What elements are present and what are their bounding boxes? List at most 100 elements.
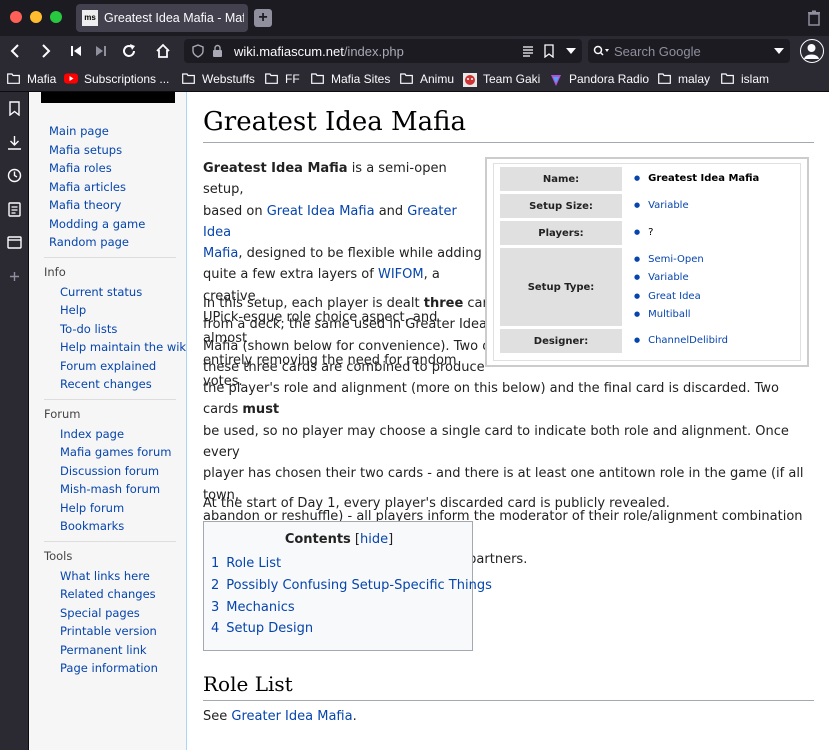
mafiascum-favicon-icon: ms bbox=[82, 10, 98, 26]
bookmark-malay[interactable]: malay bbox=[658, 71, 710, 87]
bookmark-subscriptions[interactable]: Subscriptions ... bbox=[64, 71, 169, 87]
new-tab-button[interactable]: + bbox=[254, 9, 272, 27]
add-sidebar-icon[interactable] bbox=[7, 269, 22, 284]
folder-icon bbox=[400, 73, 414, 85]
pandora-icon bbox=[549, 73, 563, 86]
minimize-window-button[interactable] bbox=[30, 11, 42, 23]
bookmark-mafia[interactable]: Mafia bbox=[7, 71, 56, 87]
reload-button[interactable] bbox=[117, 39, 141, 63]
bookmark-mafia-sites[interactable]: Mafia Sites bbox=[311, 71, 390, 87]
page-title: Greatest Idea Mafia bbox=[203, 106, 814, 143]
sidebar-toolbar bbox=[0, 92, 29, 750]
sidebar-divider bbox=[44, 540, 176, 542]
toc-item-confusing-things[interactable]: 2 Possibly Confusing Setup-Specific Thing… bbox=[211, 578, 492, 593]
infobox-name-value: Greatest Idea Mafia bbox=[634, 170, 759, 188]
nav-printable-version[interactable]: Printable version bbox=[29, 622, 186, 641]
shield-icon[interactable] bbox=[192, 44, 204, 58]
home-button[interactable] bbox=[151, 39, 175, 63]
infobox-players-value: ? bbox=[634, 224, 653, 242]
nav-permanent-link[interactable]: Permanent link bbox=[29, 641, 186, 660]
nav-what-links-here[interactable]: What links here bbox=[29, 567, 186, 586]
search-engine-dropdown-icon[interactable] bbox=[774, 48, 784, 54]
nav-mafia-setups[interactable]: Mafia setups bbox=[29, 141, 186, 160]
nav-recent-changes[interactable]: Recent changes bbox=[29, 375, 186, 394]
nav-help-forum[interactable]: Help forum bbox=[29, 499, 186, 518]
lock-icon[interactable] bbox=[212, 44, 223, 58]
info-navigation: Current status Help To-do lists Help mai… bbox=[29, 283, 189, 394]
url-bar[interactable]: wiki.mafiascum.net/index.php bbox=[184, 39, 582, 63]
nav-to-do-lists[interactable]: To-do lists bbox=[29, 320, 186, 339]
link-wifom[interactable]: WIFOM bbox=[378, 267, 424, 282]
bookmark-islam[interactable]: islam bbox=[721, 71, 769, 87]
link-great-idea-mafia[interactable]: Great Idea Mafia bbox=[267, 204, 375, 219]
nav-current-status[interactable]: Current status bbox=[29, 283, 186, 302]
infobox-size-label: Setup Size: bbox=[500, 194, 622, 218]
sidebar-heading-info: Info bbox=[44, 264, 66, 279]
nav-help-maintain-wiki[interactable]: Help maintain the wiki bbox=[29, 338, 189, 357]
nav-index-page[interactable]: Index page bbox=[29, 425, 186, 444]
bookmark-webstuffs[interactable]: Webstuffs bbox=[182, 71, 255, 87]
main-navigation: Main page Mafia setups Mafia roles Mafia… bbox=[29, 122, 186, 252]
bookmark-animu[interactable]: Animu bbox=[400, 71, 454, 87]
toc-title: Contents [hide] bbox=[284, 532, 394, 547]
bookmark-team-gaki[interactable]: Team Gaki bbox=[463, 71, 540, 87]
folder-icon bbox=[7, 73, 21, 85]
chevron-down-icon[interactable] bbox=[566, 48, 576, 54]
search-input[interactable]: Search Google bbox=[614, 44, 701, 59]
link-great-idea[interactable]: Great Idea bbox=[634, 288, 704, 306]
setup-infobox: Name: Greatest Idea Mafia Setup Size: Va… bbox=[485, 157, 809, 367]
nav-mafia-theory[interactable]: Mafia theory bbox=[29, 196, 186, 215]
reader-view-icon[interactable] bbox=[522, 45, 534, 57]
nav-discussion-forum[interactable]: Discussion forum bbox=[29, 462, 186, 481]
navigation-toolbar: wiki.mafiascum.net/index.php Search Goog… bbox=[0, 36, 829, 66]
nav-bookmarks[interactable]: Bookmarks bbox=[29, 517, 186, 536]
link-semi-open[interactable]: Semi-Open bbox=[634, 251, 704, 269]
link-variable-type[interactable]: Variable bbox=[634, 269, 704, 287]
skip-back-button[interactable] bbox=[64, 39, 88, 63]
nav-main-page[interactable]: Main page bbox=[29, 122, 186, 141]
close-window-button[interactable] bbox=[10, 11, 22, 23]
history-icon[interactable] bbox=[7, 168, 22, 183]
wiki-logo[interactable] bbox=[41, 92, 175, 103]
tools-navigation: What links here Related changes Special … bbox=[29, 567, 186, 678]
folder-icon bbox=[182, 73, 196, 85]
trash-icon[interactable] bbox=[807, 10, 821, 26]
maximize-window-button[interactable] bbox=[50, 11, 62, 23]
nav-forum-explained[interactable]: Forum explained bbox=[29, 357, 186, 376]
nav-special-pages[interactable]: Special pages bbox=[29, 604, 186, 623]
bookmark-ff[interactable]: FF bbox=[265, 71, 300, 87]
reading-list-icon[interactable] bbox=[7, 202, 22, 217]
url-path: /index.php bbox=[343, 44, 404, 59]
nav-page-information[interactable]: Page information bbox=[29, 659, 186, 678]
link-variable[interactable]: Variable bbox=[634, 197, 689, 215]
toc-item-setup-design[interactable]: 4 Setup Design bbox=[211, 621, 313, 636]
back-button[interactable] bbox=[3, 39, 27, 63]
nav-mish-mash-forum[interactable]: Mish-mash forum bbox=[29, 480, 186, 499]
downloads-icon[interactable] bbox=[7, 135, 22, 150]
account-avatar-icon[interactable] bbox=[800, 39, 824, 63]
nav-modding-a-game[interactable]: Modding a game bbox=[29, 215, 186, 234]
nav-help[interactable]: Help bbox=[29, 301, 186, 320]
bookmark-pandora-radio[interactable]: Pandora Radio bbox=[549, 71, 649, 87]
nav-random-page[interactable]: Random page bbox=[29, 233, 186, 252]
link-channeldelibird[interactable]: ChannelDelibird bbox=[634, 332, 728, 350]
bookmarks-sidebar-icon[interactable] bbox=[7, 101, 22, 116]
browser-tab[interactable]: ms Greatest Idea Mafia - Mafia bbox=[76, 4, 248, 32]
nav-mafia-games-forum[interactable]: Mafia games forum bbox=[29, 443, 186, 462]
reload-icon bbox=[123, 44, 135, 57]
toc-item-role-list[interactable]: 1 Role List bbox=[211, 556, 281, 571]
nav-mafia-roles[interactable]: Mafia roles bbox=[29, 159, 186, 178]
skip-forward-button[interactable] bbox=[89, 39, 113, 63]
link-greater-idea-mafia-role-list[interactable]: Greater Idea Mafia bbox=[231, 709, 352, 724]
link-multiball[interactable]: Multiball bbox=[634, 306, 704, 324]
link-greater-idea-mafia-cont[interactable]: Mafia bbox=[203, 246, 238, 261]
url-text: wiki.mafiascum.net/index.php bbox=[234, 44, 404, 59]
nav-related-changes[interactable]: Related changes bbox=[29, 585, 186, 604]
bookmark-star-icon[interactable] bbox=[544, 44, 554, 58]
nav-mafia-articles[interactable]: Mafia articles bbox=[29, 178, 186, 197]
forward-button[interactable] bbox=[34, 39, 58, 63]
toc-item-mechanics[interactable]: 3 Mechanics bbox=[211, 600, 295, 615]
search-bar[interactable]: Search Google bbox=[588, 39, 790, 63]
toc-hide-link[interactable]: hide bbox=[360, 532, 388, 547]
synced-tabs-icon[interactable] bbox=[7, 235, 22, 250]
